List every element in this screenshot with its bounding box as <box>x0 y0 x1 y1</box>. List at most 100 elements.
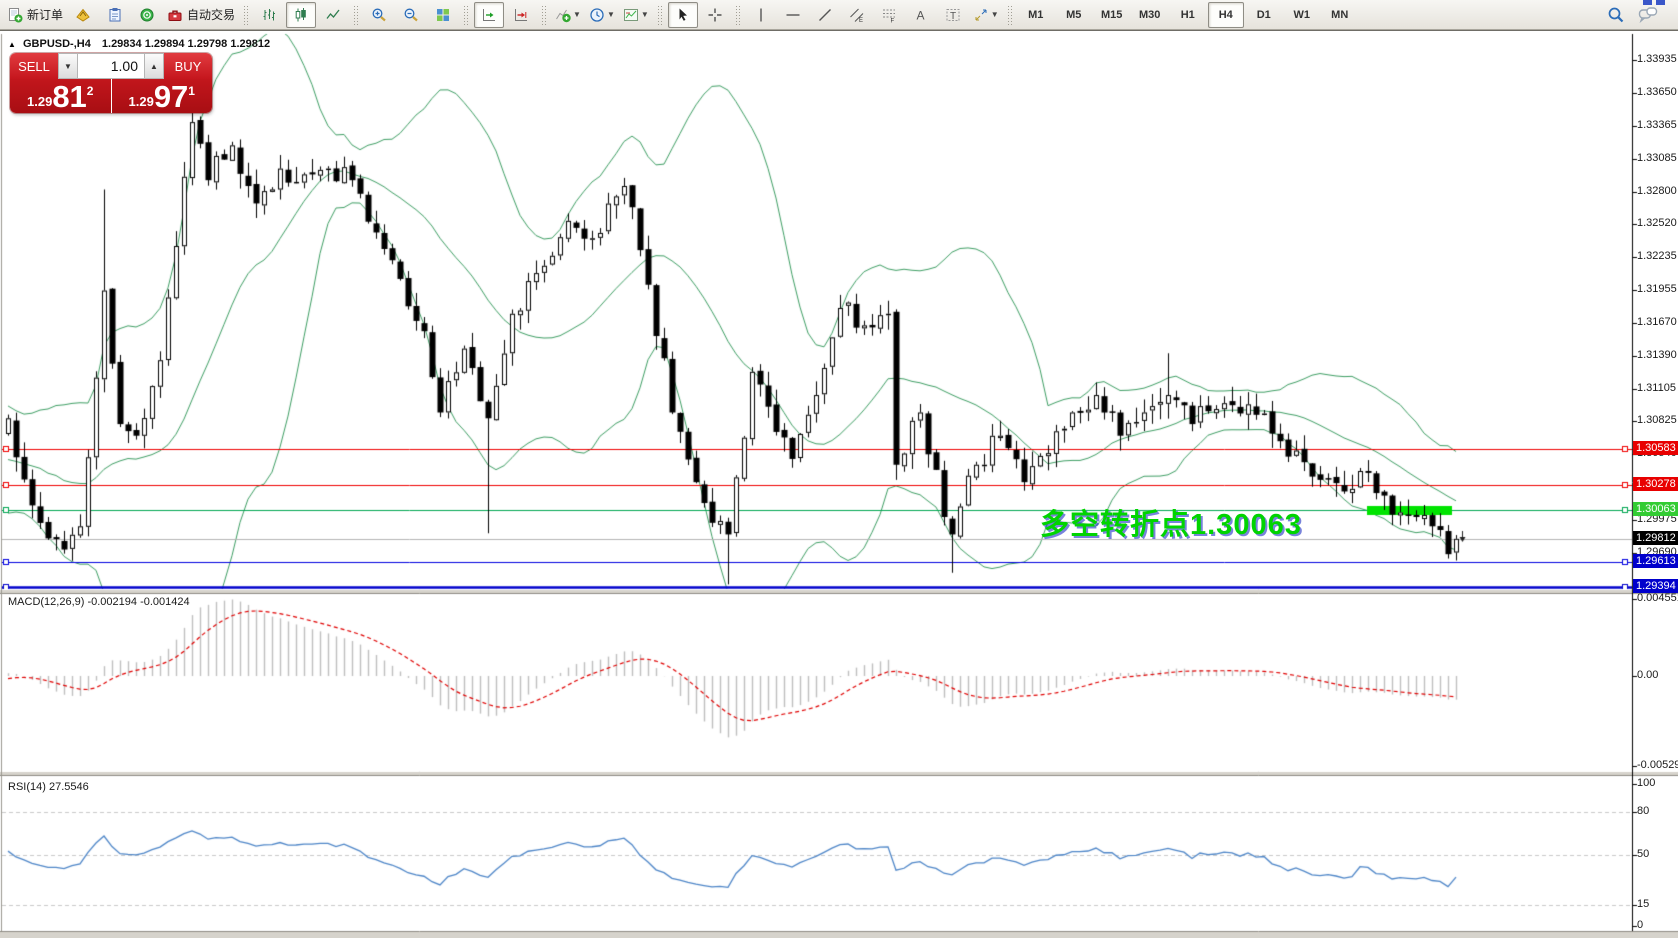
new-order-icon <box>7 7 23 23</box>
text-label-icon: T <box>945 7 961 23</box>
rsi-axis-tick: 80 <box>1637 805 1649 817</box>
search-icon <box>1607 6 1625 24</box>
svg-text:E: E <box>859 18 863 23</box>
volume-input[interactable]: 1.00 <box>78 53 144 79</box>
search-button[interactable] <box>1601 2 1631 28</box>
collapse-panel-icon[interactable]: ▲ <box>8 40 16 49</box>
timeframe-button-m1[interactable]: M1 <box>1018 2 1054 28</box>
templates-button[interactable]: ▼ <box>620 2 652 28</box>
tile-windows-button[interactable] <box>428 2 458 28</box>
toolbar-grip <box>463 5 469 25</box>
macd-axis-tick: -0.005295 <box>1637 759 1678 771</box>
dropdown-caret: ▼ <box>607 10 615 19</box>
timeframe-button-h1[interactable]: H1 <box>1170 2 1206 28</box>
window-close-button[interactable] <box>1656 0 1665 5</box>
macd-indicator-label: MACD(12,26,9) -0.002194 -0.001424 <box>8 596 190 608</box>
timeframe-button-w1[interactable]: W1 <box>1284 2 1320 28</box>
price-axis-tick: 1.31670 <box>1637 316 1677 328</box>
macd-axis-tick: 0.004551 <box>1637 592 1678 604</box>
buy-price-point: 1 <box>188 84 195 98</box>
candlestick-chart-button[interactable] <box>286 2 316 28</box>
vertical-line-tool-button[interactable] <box>746 2 776 28</box>
chat-button[interactable] <box>1633 2 1663 28</box>
sell-price-display[interactable]: 1.29 81 2 <box>10 79 111 113</box>
equidistant-channel-icon: E <box>849 7 865 23</box>
periods-clock-icon <box>589 7 605 23</box>
line-chart-icon <box>325 7 341 23</box>
trendline-tool-button[interactable] <box>810 2 840 28</box>
arrows-tool-button[interactable]: ▼ <box>970 2 1002 28</box>
fibonacci-icon: F <box>881 7 897 23</box>
svg-text:A: A <box>916 8 924 22</box>
window-restore-button[interactable] <box>1643 0 1652 5</box>
line-chart-button[interactable] <box>318 2 348 28</box>
auto-scroll-button[interactable] <box>474 2 504 28</box>
price-axis-tick: 1.31955 <box>1637 283 1677 295</box>
svg-text:F: F <box>890 18 894 23</box>
equidistant-channel-tool-button[interactable]: E <box>842 2 872 28</box>
candlestick-chart-icon <box>293 7 309 23</box>
vertical-line-icon <box>753 7 769 23</box>
rsi-indicator-label: RSI(14) 27.5546 <box>8 781 89 793</box>
chart-title: ▲ GBPUSD-,H4 1.29834 1.29894 1.29798 1.2… <box>8 38 270 50</box>
timeframe-button-mn[interactable]: MN <box>1322 2 1358 28</box>
dropdown-caret: ▼ <box>573 10 581 19</box>
templates-icon <box>623 7 639 23</box>
zoom-in-icon <box>371 7 387 23</box>
indicators-button[interactable]: ▼ <box>552 2 584 28</box>
macd-axis-tick: 0.00 <box>1637 669 1658 681</box>
volume-decrease-button[interactable]: ▼ <box>58 53 78 79</box>
zoom-in-button[interactable] <box>364 2 394 28</box>
bar-chart-button[interactable] <box>254 2 284 28</box>
price-level-label: 1.29394 <box>1633 579 1678 593</box>
price-axis-tick: 1.31390 <box>1637 349 1677 361</box>
timeframe-button-m15[interactable]: M15 <box>1094 2 1130 28</box>
toolbar-grip <box>657 5 663 25</box>
price-level-label: 1.29812 <box>1633 531 1678 545</box>
timeframe-button-m5[interactable]: M5 <box>1056 2 1092 28</box>
volume-increase-button[interactable]: ▲ <box>144 53 164 79</box>
buy-button[interactable]: BUY <box>164 53 212 79</box>
auto-scroll-icon <box>481 7 497 23</box>
timeframe-button-h4[interactable]: H4 <box>1208 2 1244 28</box>
horizontal-line-icon <box>785 7 801 23</box>
price-level-label: 1.29613 <box>1633 554 1678 568</box>
timeframe-button-d1[interactable]: D1 <box>1246 2 1282 28</box>
periods-button[interactable]: ▼ <box>586 2 618 28</box>
sell-button[interactable]: SELL <box>10 53 58 79</box>
autotrading-button[interactable]: 自动交易 <box>164 2 238 28</box>
data-window-icon <box>107 7 123 23</box>
buy-price-pips: 97 <box>154 82 188 112</box>
cursor-tool-button[interactable] <box>668 2 698 28</box>
chart-workspace: ▲ GBPUSD-,H4 1.29834 1.29894 1.29798 1.2… <box>0 30 1678 937</box>
price-axis-tick: 1.33085 <box>1637 152 1677 164</box>
one-click-trading-panel: SELL ▼ 1.00 ▲ BUY 1.29 81 2 1.29 97 1 <box>10 53 212 113</box>
buy-price-display[interactable]: 1.29 97 1 <box>112 79 213 113</box>
crosshair-tool-button[interactable] <box>700 2 730 28</box>
trade-annotation-text: 多空转折点1.30063 <box>1040 501 1302 543</box>
toolbar-grip <box>541 5 547 25</box>
bar-chart-icon <box>261 7 277 23</box>
autotrading-icon <box>167 7 183 23</box>
data-window-button[interactable] <box>100 2 130 28</box>
price-axis-tick: 1.32520 <box>1637 217 1677 229</box>
rsi-axis-tick: 15 <box>1637 898 1649 910</box>
text-label-tool-button[interactable]: T <box>938 2 968 28</box>
zoom-out-button[interactable] <box>396 2 426 28</box>
price-axis-tick: 1.33650 <box>1637 86 1677 98</box>
new-order-button[interactable]: 新订单 <box>4 2 66 28</box>
rsi-axis-tick: 50 <box>1637 848 1649 860</box>
timeframe-button-m30[interactable]: M30 <box>1132 2 1168 28</box>
chart-canvas[interactable] <box>0 31 1678 938</box>
chart-shift-button[interactable] <box>506 2 536 28</box>
price-axis-tick: 1.32235 <box>1637 250 1677 262</box>
navigator-button[interactable] <box>132 2 162 28</box>
horizontal-line-tool-button[interactable] <box>778 2 808 28</box>
market-watch-button[interactable] <box>68 2 98 28</box>
fibonacci-tool-button[interactable]: F <box>874 2 904 28</box>
sell-price-prefix: 1.29 <box>27 94 52 109</box>
toolbar-right-group <box>1600 2 1664 28</box>
arrows-icon <box>973 7 989 23</box>
text-tool-button[interactable]: A <box>906 2 936 28</box>
rsi-axis-tick: 100 <box>1637 777 1655 789</box>
